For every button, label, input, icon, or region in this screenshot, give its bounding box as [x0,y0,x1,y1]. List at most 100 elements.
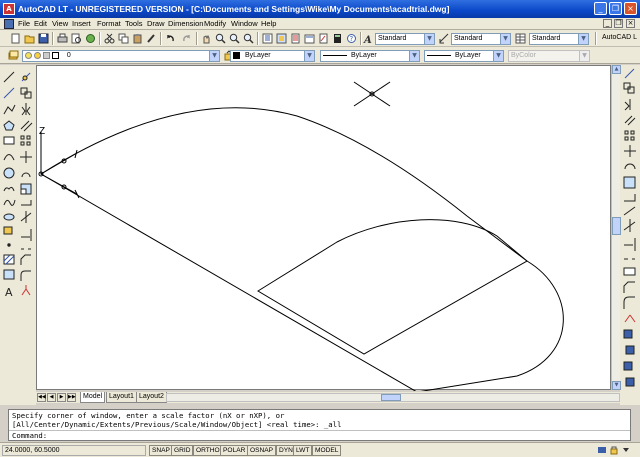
hatch-icon[interactable] [3,254,15,265]
stretch-right-icon[interactable] [624,194,636,202]
point-icon[interactable] [7,243,11,247]
menu-insert[interactable]: Insert [72,19,91,28]
doc-minimize-button[interactable]: _ [603,19,612,28]
ortho-toggle[interactable]: ORTHO [193,445,223,456]
erase-right-icon[interactable] [624,68,635,79]
linetype-select[interactable]: ByLayer ▼ [320,50,420,62]
revision-cloud-icon[interactable] [3,186,15,192]
restore-button[interactable]: ❐ [609,2,622,15]
trim-right-icon[interactable] [623,219,636,232]
tab-model[interactable]: Model [80,392,106,403]
layer-select[interactable]: 0 ▼ [22,50,220,62]
doc-restore-button[interactable]: ❐ [614,19,623,28]
chamfer-right-icon[interactable] [623,281,635,293]
first-tab-icon[interactable]: ◀◀ [37,393,46,402]
grid-toggle[interactable]: GRID [171,445,194,456]
menu-tools[interactable]: Tools [125,19,143,28]
ellipse-icon[interactable] [3,213,15,221]
sheet-set-icon[interactable] [304,33,315,44]
move-right-icon[interactable] [624,145,636,157]
paste-icon[interactable] [132,33,143,44]
undo-icon[interactable] [165,33,176,44]
menu-edit[interactable]: Edit [34,19,47,28]
close-button[interactable]: × [624,2,637,15]
horizontal-scrollbar[interactable] [166,393,620,402]
polyline-icon[interactable] [3,104,16,115]
offset-icon[interactable] [20,120,33,132]
arc-icon[interactable] [3,154,15,161]
rotate-icon[interactable] [21,172,31,178]
menu-format[interactable]: Format [97,19,121,28]
chamfer-icon[interactable] [20,254,31,265]
vertical-scroll-thumb[interactable] [612,217,621,235]
scroll-down-icon[interactable]: ▼ [612,381,621,390]
document-icon[interactable] [4,19,14,29]
zoom-window-icon[interactable] [229,33,240,44]
explode-right-icon[interactable] [624,314,636,323]
table-style-select[interactable]: Standard ▼ [529,33,589,45]
fillet-icon[interactable] [20,270,31,281]
draworder-back-icon[interactable] [625,345,635,355]
insert-block-icon[interactable] [3,226,13,235]
array-icon[interactable] [20,135,31,146]
next-tab-icon[interactable]: ▶ [57,393,66,402]
extend-right-icon[interactable] [624,238,636,251]
copy-icon[interactable] [118,33,129,44]
array-right-icon[interactable] [624,130,635,141]
draworder-front-icon[interactable] [623,329,633,339]
mirror-icon[interactable] [21,103,31,116]
menu-window[interactable]: Window [231,19,258,28]
menu-help[interactable]: Help [261,19,276,28]
menu-view[interactable]: View [52,19,68,28]
drawing-canvas[interactable]: Z [36,65,611,391]
stretch-icon[interactable] [21,200,32,206]
command-window[interactable]: Specify corner of window, enter a scale … [8,409,631,441]
autocad-app-icon[interactable]: A [3,3,15,15]
polygon-icon[interactable] [3,120,15,131]
tool-palettes-icon[interactable] [290,33,301,44]
prev-tab-icon[interactable]: ◀ [47,393,56,402]
copy-object-icon[interactable] [20,87,32,99]
mirror-right-icon[interactable] [624,99,631,111]
minimize-button[interactable]: _ [594,2,607,15]
color-select[interactable]: ByLayer ▼ [230,50,315,62]
lock-icon[interactable] [609,445,619,455]
snap-toggle[interactable]: SNAP [149,445,173,456]
zoom-realtime-icon[interactable] [215,33,226,44]
rotate-right-icon[interactable] [624,163,636,170]
last-tab-icon[interactable]: ▶▶ [67,393,76,402]
doc-close-button[interactable]: × [626,19,635,28]
vertical-scrollbar[interactable]: ▲ ▼ [611,65,621,390]
circle-icon[interactable] [3,167,15,179]
dim-style-select[interactable]: Standard ▼ [451,33,511,45]
coordinate-display[interactable]: 24.0000, 60.5000 [2,445,146,456]
status-menu-icon[interactable] [621,445,631,455]
lengthen-right-icon[interactable] [623,206,636,216]
properties-icon[interactable] [262,33,273,44]
scale-icon[interactable] [20,183,32,195]
publish-icon[interactable] [85,33,96,44]
explode-icon[interactable] [21,285,31,296]
plot-preview-icon[interactable] [71,33,82,44]
print-icon[interactable] [57,33,68,44]
lwt-toggle[interactable]: LWT [293,445,313,456]
line-icon[interactable] [3,71,15,83]
join-right-icon[interactable] [623,267,636,276]
menu-draw[interactable]: Draw [147,19,165,28]
new-icon[interactable] [10,33,21,44]
menu-dimension[interactable]: Dimension [168,19,203,28]
text-style-select[interactable]: Standard ▼ [375,33,435,45]
calculator-icon[interactable] [332,33,343,44]
polar-toggle[interactable]: POLAR [220,445,249,456]
save-icon[interactable] [38,33,49,44]
scale-right-icon[interactable] [623,176,636,189]
command-prompt[interactable]: Command: [12,431,47,440]
erase-icon[interactable] [21,72,31,82]
extend-icon[interactable] [21,229,32,241]
spline-icon[interactable] [3,199,16,206]
rectangle-icon[interactable] [3,136,15,145]
markup-icon[interactable] [318,33,329,44]
construction-line-icon[interactable] [3,87,15,99]
copy-right-icon[interactable] [623,82,635,94]
horizontal-scroll-thumb[interactable] [381,394,401,401]
